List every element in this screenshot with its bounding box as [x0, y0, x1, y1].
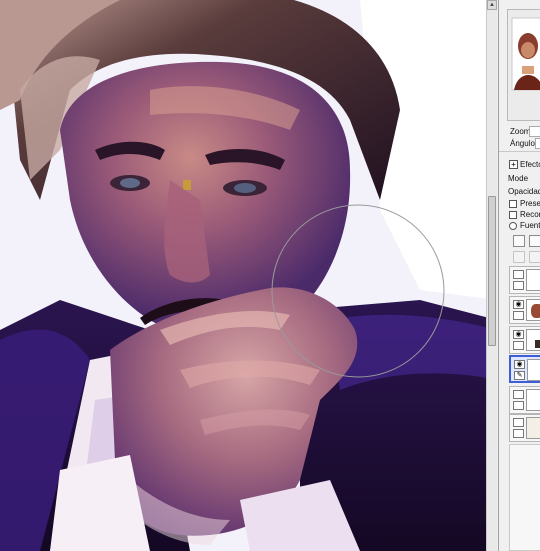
layer-list-empty-area: [509, 444, 540, 551]
drawing-canvas[interactable]: ▲: [0, 0, 497, 551]
clipping-label: Recort: [520, 210, 540, 219]
navigator-preview[interactable]: [507, 9, 540, 121]
eye-icon[interactable]: ◉: [514, 360, 525, 369]
eye-icon[interactable]: ◉: [513, 330, 524, 339]
layer-thumbnail: [526, 329, 540, 351]
angle-field[interactable]: [535, 138, 540, 149]
visibility-toggle-icon[interactable]: [513, 390, 524, 399]
pen-icon[interactable]: ✎: [514, 371, 525, 380]
layer-thumbnail: [526, 269, 540, 291]
layer-thumbnail: [526, 299, 540, 321]
opacity-label: Opacidad: [508, 187, 540, 196]
layer-item[interactable]: [509, 414, 540, 442]
layer-item[interactable]: [509, 386, 540, 414]
canvas-vertical-scrollbar[interactable]: ▲: [486, 0, 497, 551]
navigator-thumbnail: [508, 10, 540, 120]
preserve-opacity-label: Preserv: [520, 199, 540, 208]
source-radio[interactable]: [509, 222, 517, 230]
new-folder-icon[interactable]: [529, 235, 540, 247]
effects-expand-icon[interactable]: +: [509, 160, 518, 169]
layer-item[interactable]: ◉: [509, 296, 540, 324]
layer-item-selected[interactable]: ◉ ✎: [509, 355, 540, 383]
preserve-opacity-checkbox[interactable]: [509, 200, 517, 208]
lock-toggle-icon[interactable]: [513, 341, 524, 350]
side-panel: Zoom Ángulo + Efector Mode Opacidad Pres…: [498, 0, 540, 551]
layer-action-icon[interactable]: [513, 251, 525, 263]
scroll-up-arrow-icon[interactable]: ▲: [487, 0, 497, 10]
layer-thumbnail: [526, 417, 540, 439]
new-layer-icon[interactable]: [513, 235, 525, 247]
mode-label: Mode: [508, 174, 529, 183]
layer-item[interactable]: ◉: [509, 326, 540, 354]
layer-item[interactable]: [509, 266, 540, 294]
lock-toggle-icon[interactable]: [513, 401, 524, 410]
panel-divider: [499, 151, 540, 152]
visibility-toggle-icon[interactable]: [513, 270, 524, 279]
portrait-painting: [0, 0, 497, 551]
visibility-toggle-icon[interactable]: [513, 418, 524, 427]
layer-thumbnail: [527, 359, 540, 381]
source-label: Fuente: [520, 221, 540, 230]
effects-label: Efector: [520, 160, 540, 169]
layer-thumbnail: [526, 389, 540, 411]
lock-toggle-icon[interactable]: [513, 281, 524, 290]
eye-icon[interactable]: ◉: [513, 300, 524, 309]
lock-toggle-icon[interactable]: [513, 311, 524, 320]
layer-action-2-icon[interactable]: [529, 251, 540, 263]
zoom-label: Zoom: [510, 127, 531, 136]
clipping-checkbox[interactable]: [509, 211, 517, 219]
zoom-field[interactable]: [529, 126, 540, 137]
lock-toggle-icon[interactable]: [513, 429, 524, 438]
scroll-thumb[interactable]: [488, 196, 496, 346]
angle-label: Ángulo: [510, 139, 535, 148]
